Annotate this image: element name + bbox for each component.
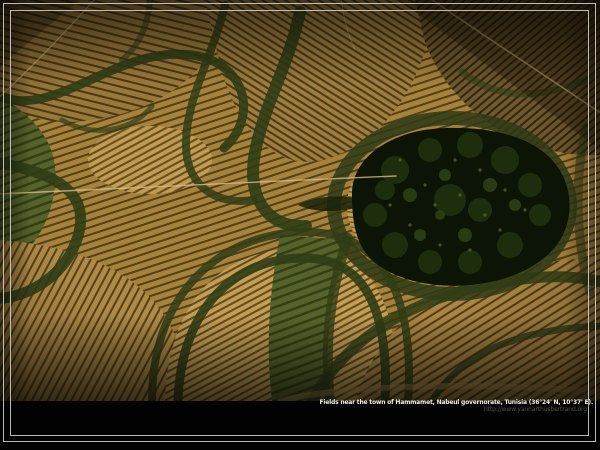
photo-caption-block: Fields near the town of Hammamet, Nabeul… [320, 400, 593, 413]
aerial-photo [0, 0, 600, 401]
photo-credit-url: http://www.yannarthusbertrand.org [320, 407, 587, 413]
vignette-overlay [0, 0, 600, 401]
aerial-photo-svg [0, 0, 600, 401]
wallpaper-canvas: Fields near the town of Hammamet, Nabeul… [0, 0, 600, 450]
